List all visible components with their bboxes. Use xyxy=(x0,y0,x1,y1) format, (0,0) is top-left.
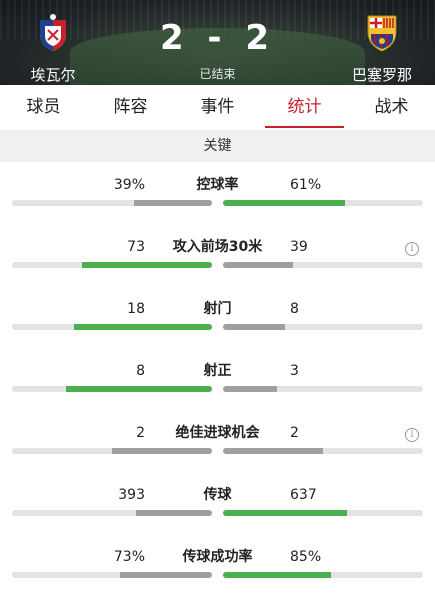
away-stat-value: 3 xyxy=(290,363,299,379)
home-stat-bar-track xyxy=(12,324,212,330)
stat-row: 393 传球 637 xyxy=(0,476,435,538)
section-header-key: 关键 xyxy=(0,131,435,162)
stat-row: 39% 控球率 61% xyxy=(0,166,435,228)
home-stat-bar-track xyxy=(12,572,212,578)
home-stat-bar xyxy=(112,448,212,454)
away-stat-value: 39 xyxy=(290,239,308,255)
stat-row: 2 绝佳进球机会 2 i xyxy=(0,414,435,476)
stat-row: 8 射正 3 xyxy=(0,352,435,414)
away-team-name: 巴塞罗那 xyxy=(351,66,412,84)
tab-events[interactable]: 事件 xyxy=(174,85,261,130)
away-stat-value: 61% xyxy=(290,177,322,193)
stat-label: 绝佳进球机会 xyxy=(175,425,260,441)
away-stat-bar-track xyxy=(223,572,423,578)
stat-row: 18 射门 8 xyxy=(0,290,435,352)
home-stat-bar-track xyxy=(12,448,212,454)
away-stat-bar-track xyxy=(223,262,423,268)
home-stat-bar xyxy=(136,510,212,516)
away-stat-bar xyxy=(223,324,285,330)
away-team[interactable]: 巴塞罗那 xyxy=(337,12,427,85)
home-stat-bar-track xyxy=(12,510,212,516)
home-stat-bar xyxy=(66,386,212,392)
home-stat-bar xyxy=(74,324,212,330)
home-stat-bar xyxy=(82,262,212,268)
stat-label: 控球率 xyxy=(196,177,239,193)
home-stat-bar-track xyxy=(12,262,212,268)
barcelona-crest-icon xyxy=(367,15,397,52)
away-stat-bar xyxy=(223,510,347,516)
home-stat-bar-track xyxy=(12,386,212,392)
away-stat-bar xyxy=(223,262,293,268)
home-stat-bar-track xyxy=(12,200,212,206)
away-stat-value: 637 xyxy=(290,487,317,503)
away-stat-bar xyxy=(223,572,331,578)
away-stat-value: 85% xyxy=(290,549,322,565)
away-stat-bar xyxy=(223,200,345,206)
info-icon[interactable]: i xyxy=(405,242,419,256)
home-stat-bar xyxy=(134,200,212,206)
away-stat-bar xyxy=(223,448,323,454)
away-stat-bar-track xyxy=(223,324,423,330)
home-stat-bar xyxy=(120,572,212,578)
away-stat-value: 8 xyxy=(290,301,299,317)
away-stat-bar xyxy=(223,386,277,392)
away-stat-bar-track xyxy=(223,510,423,516)
stat-row: 73% 传球成功率 85% xyxy=(0,538,435,600)
tab-lineup[interactable]: 阵容 xyxy=(87,85,174,130)
stat-label: 传球成功率 xyxy=(182,549,253,565)
stat-label: 传球 xyxy=(203,487,232,503)
stat-row: 73 攻入前场30米 39 i xyxy=(0,228,435,290)
away-stat-value: 2 xyxy=(290,425,299,441)
stat-label: 射门 xyxy=(203,301,232,317)
away-stat-bar-track xyxy=(223,386,423,392)
tab-bar: 球员 阵容 事件 统计 战术 xyxy=(0,85,435,131)
stat-label: 射正 xyxy=(203,363,232,379)
tab-tactics[interactable]: 战术 xyxy=(348,85,435,130)
away-stat-bar-track xyxy=(223,200,423,206)
info-icon[interactable]: i xyxy=(405,428,419,442)
tab-players[interactable]: 球员 xyxy=(0,85,87,130)
tab-statistics[interactable]: 统计 xyxy=(261,85,348,130)
stat-label: 攻入前场30米 xyxy=(172,239,263,255)
match-header: 埃瓦尔 2 - 2 已结束 巴塞罗那 xyxy=(0,0,435,85)
away-stat-bar-track xyxy=(223,448,423,454)
